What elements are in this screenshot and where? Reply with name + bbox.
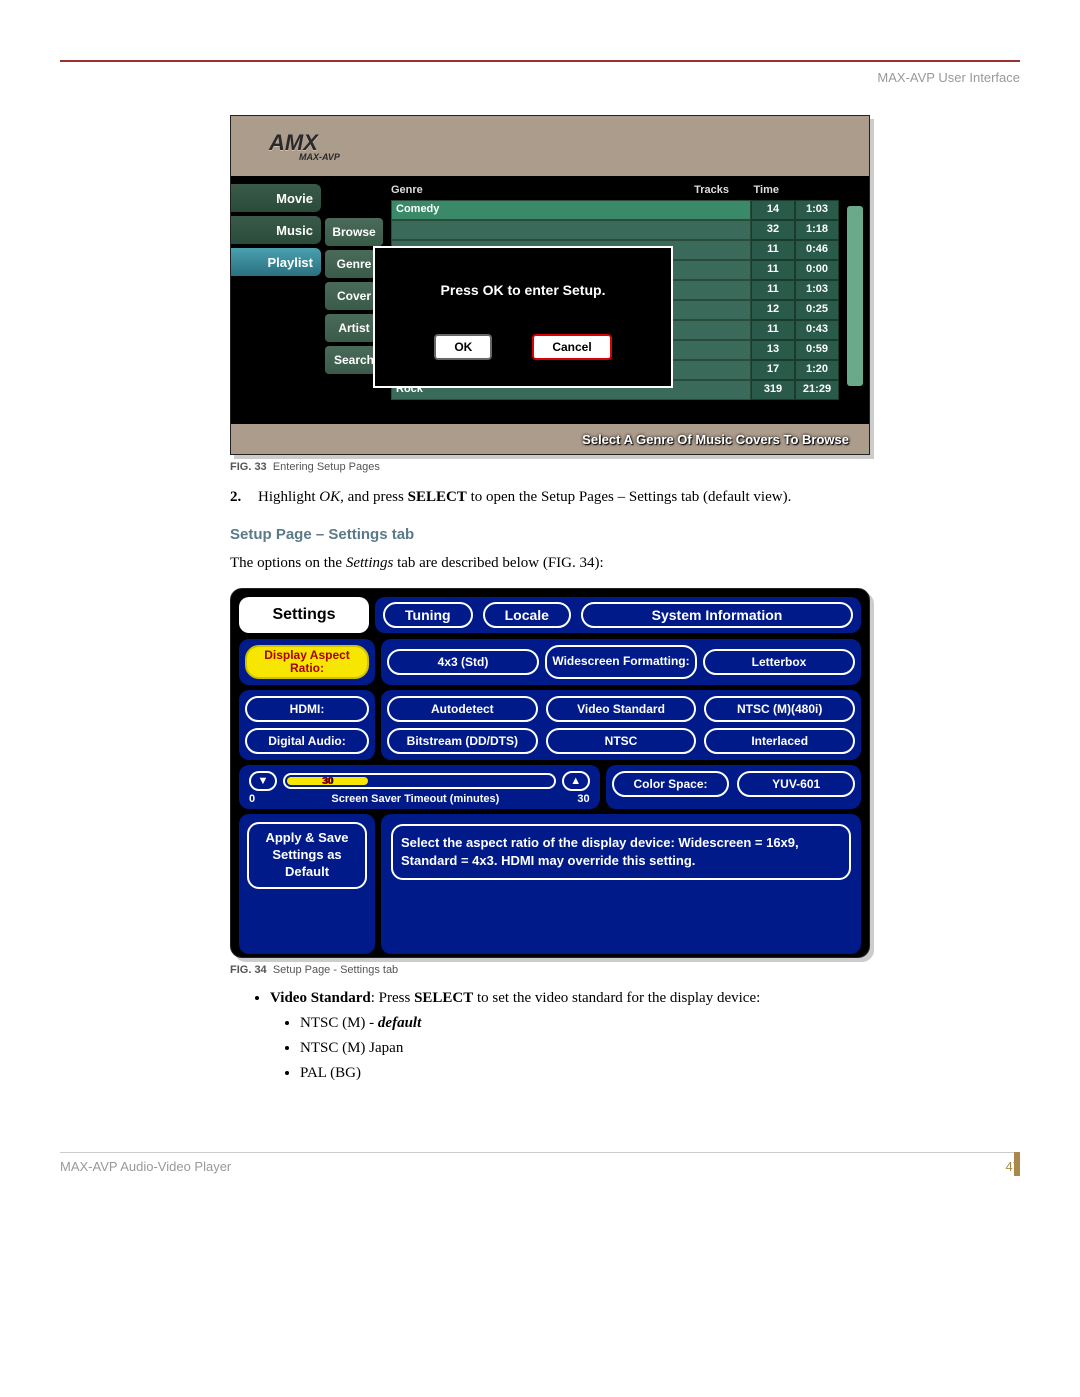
setup-modal: Press OK to enter Setup. OK Cancel xyxy=(373,246,673,388)
slider-label: Screen Saver Timeout (minutes) xyxy=(269,793,562,805)
opt-ntsc-m-default: NTSC (M) - default xyxy=(300,1015,1000,1032)
page-footer: MAX-AVP Audio-Video Player 47 xyxy=(60,1152,1020,1174)
subtab-browse[interactable]: Browse xyxy=(325,218,383,246)
genre-tracks: 32 xyxy=(751,220,795,240)
opt-ntsc-m-japan: NTSC (M) Japan xyxy=(300,1040,1000,1057)
genre-time: 0:59 xyxy=(795,340,839,360)
val-letterbox[interactable]: Letterbox xyxy=(703,649,855,675)
digital-audio-label[interactable]: Digital Audio: xyxy=(245,728,369,754)
val-interlaced[interactable]: Interlaced xyxy=(704,728,855,754)
status-bar: Select A Genre Of Music Covers To Browse xyxy=(231,424,869,454)
genre-name: Comedy xyxy=(391,200,751,220)
modal-text: Press OK to enter Setup. xyxy=(375,282,671,298)
amx-sublogo: MAX-AVP xyxy=(299,152,340,162)
val-ntsc[interactable]: NTSC xyxy=(546,728,697,754)
tab-movie[interactable]: Movie xyxy=(231,184,321,212)
header-breadcrumb: MAX-AVP User Interface xyxy=(60,70,1020,85)
left-nav: Movie Music Playlist xyxy=(231,184,321,280)
intro-text: The options on the Settings tab are desc… xyxy=(230,553,1000,574)
genre-time: 0:00 xyxy=(795,260,839,280)
genre-time: 0:25 xyxy=(795,300,839,320)
val-autodetect[interactable]: Autodetect xyxy=(387,696,538,722)
col-time: Time xyxy=(754,184,779,196)
genre-row[interactable]: 321:18 xyxy=(391,220,839,240)
fig33-screenshot: AMX MAX-AVP Movie Music Playlist Browse … xyxy=(230,115,870,455)
tab-locale[interactable]: Locale xyxy=(483,602,571,628)
genre-tracks: 11 xyxy=(751,260,795,280)
widescreen-formatting-label[interactable]: Widescreen Formatting: xyxy=(545,645,697,679)
genre-tracks: 12 xyxy=(751,300,795,320)
video-standard-label[interactable]: Video Standard xyxy=(546,696,697,722)
slider-track[interactable]: 30 xyxy=(283,773,556,789)
slider-up-icon[interactable]: ▲ xyxy=(562,771,590,791)
ok-button[interactable]: OK xyxy=(434,334,492,360)
step-2: 2. Highlight OK, and press SELECT to ope… xyxy=(230,487,1000,508)
genre-tracks: 11 xyxy=(751,320,795,340)
bullet-video-standard: Video Standard: Press SELECT to set the … xyxy=(270,990,1000,1082)
scrollbar[interactable] xyxy=(847,206,863,386)
tab-music[interactable]: Music xyxy=(231,216,321,244)
apply-save-button[interactable]: Apply & Save Settings as Default xyxy=(247,822,367,889)
genre-tracks: 11 xyxy=(751,240,795,260)
tab-tuning[interactable]: Tuning xyxy=(383,602,473,628)
genre-tracks: 11 xyxy=(751,280,795,300)
display-aspect-ratio-label[interactable]: Display Aspect Ratio: xyxy=(245,645,369,679)
hdmi-label[interactable]: HDMI: xyxy=(245,696,369,722)
val-yuv601[interactable]: YUV-601 xyxy=(737,771,855,797)
tab-playlist[interactable]: Playlist xyxy=(231,248,321,276)
genre-time: 1:18 xyxy=(795,220,839,240)
footer-title: MAX-AVP Audio-Video Player xyxy=(60,1159,231,1174)
genre-name xyxy=(391,220,751,240)
val-4x3[interactable]: 4x3 (Std) xyxy=(387,649,539,675)
col-genre: Genre xyxy=(391,184,423,196)
val-bitstream[interactable]: Bitstream (DD/DTS) xyxy=(387,728,538,754)
genre-time: 1:20 xyxy=(795,360,839,380)
tab-sysinfo[interactable]: System Information xyxy=(581,602,853,628)
section-heading: Setup Page – Settings tab xyxy=(230,526,1000,543)
genre-time: 0:43 xyxy=(795,320,839,340)
opt-pal-bg: PAL (BG) xyxy=(300,1065,1000,1082)
color-space-label[interactable]: Color Space: xyxy=(612,771,730,797)
genre-tracks: 319 xyxy=(751,380,795,400)
slider-down-icon[interactable]: ▼ xyxy=(249,771,277,791)
slider-max: 30 xyxy=(562,793,590,805)
fig34-caption: FIG. 34 Setup Page - Settings tab xyxy=(230,964,1000,976)
tab-settings[interactable]: Settings xyxy=(239,597,369,633)
help-text: Select the aspect ratio of the display d… xyxy=(391,824,851,880)
fig33-caption: FIG. 33 Entering Setup Pages xyxy=(230,461,1000,473)
genre-time: 0:46 xyxy=(795,240,839,260)
col-tracks: Tracks xyxy=(694,184,729,196)
slider-value: 30 xyxy=(287,777,368,785)
screensaver-slider-panel: ▼ 30 ▲ 0 Screen Saver Timeout (minutes) … xyxy=(239,765,600,809)
fig34-screenshot: Settings Tuning Locale System Informatio… xyxy=(230,588,870,958)
genre-time: 1:03 xyxy=(795,280,839,300)
genre-row[interactable]: Comedy141:03 xyxy=(391,200,839,220)
val-ntscm480i[interactable]: NTSC (M)(480i) xyxy=(704,696,855,722)
title-bar: AMX MAX-AVP xyxy=(231,116,869,176)
genre-tracks: 17 xyxy=(751,360,795,380)
genre-time: 1:03 xyxy=(795,200,839,220)
slider-min: 0 xyxy=(249,793,269,805)
genre-time: 21:29 xyxy=(795,380,839,400)
genre-tracks: 14 xyxy=(751,200,795,220)
cancel-button[interactable]: Cancel xyxy=(532,334,611,360)
genre-tracks: 13 xyxy=(751,340,795,360)
